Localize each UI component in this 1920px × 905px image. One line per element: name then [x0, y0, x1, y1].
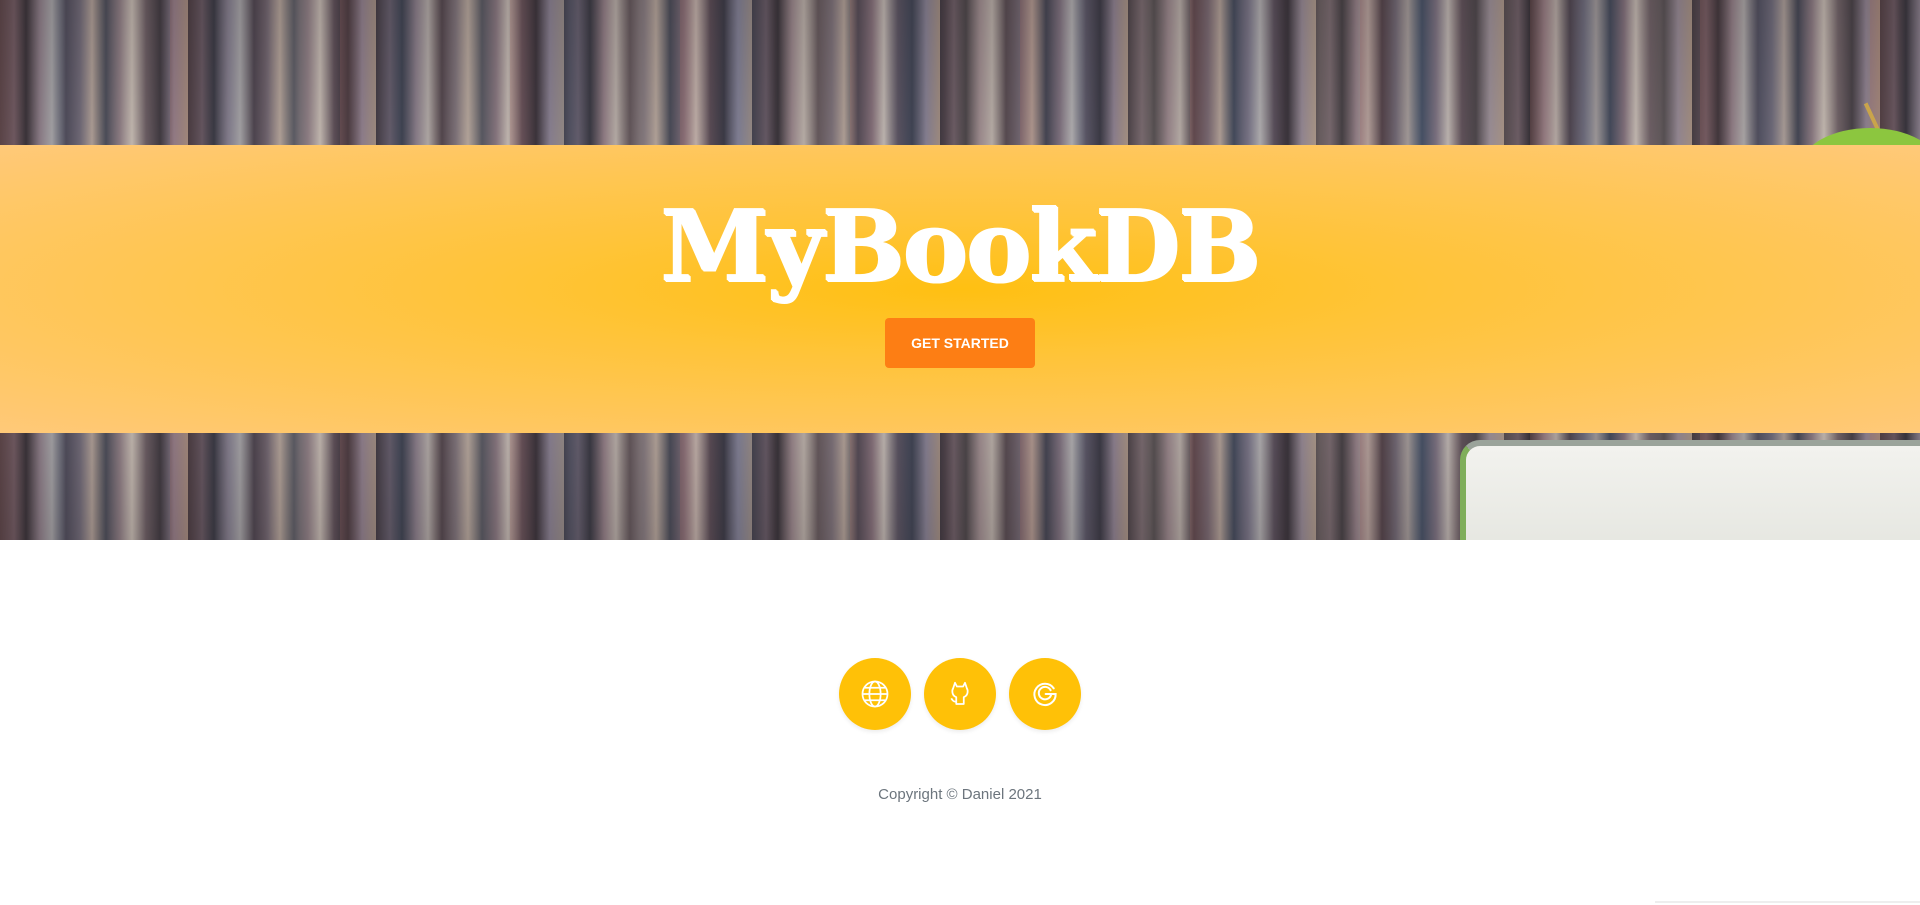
book-decor [1460, 440, 1920, 540]
globe-icon [861, 680, 889, 708]
google-icon [1033, 682, 1057, 706]
github-link-button[interactable] [924, 658, 996, 730]
hero-banner: MyBookDB GET STARTED [0, 145, 1920, 433]
copyright-text: Copyright © Daniel 2021 [878, 786, 1042, 803]
social-links [0, 658, 1920, 730]
google-link-button[interactable] [1009, 658, 1081, 730]
github-icon [950, 681, 969, 705]
divider [1655, 901, 1920, 903]
website-link-button[interactable] [839, 658, 911, 730]
brand-title: MyBookDB [660, 190, 1262, 305]
get-started-button[interactable]: GET STARTED [885, 318, 1035, 368]
